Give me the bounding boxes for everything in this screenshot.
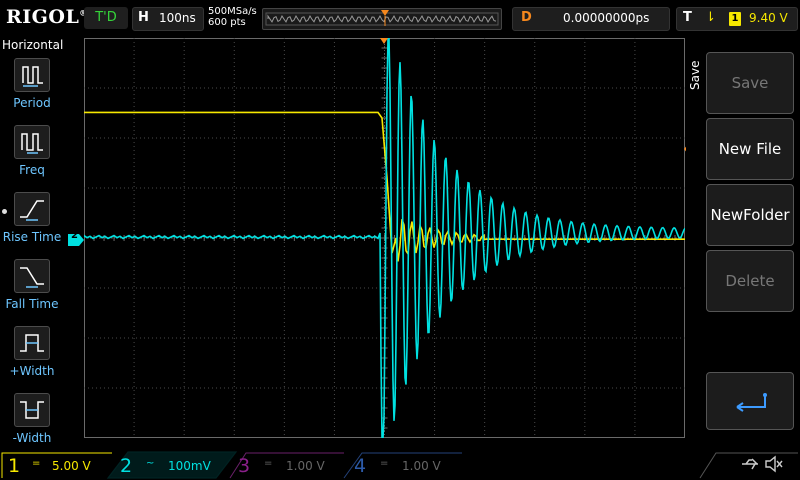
horizontal-key: H [138,10,149,25]
measure-fall-time[interactable]: Fall Time [0,259,64,311]
menu-title: Horizontal [2,38,64,52]
channel-1-indicator[interactable]: 1 = 5.00 V [2,452,112,478]
positive-width-icon [14,326,50,360]
return-arrow-icon [736,393,767,412]
delete-button[interactable]: Delete [706,250,794,312]
delay-key: D [521,10,532,25]
measure-period[interactable]: Period [0,58,64,110]
channel-3-indicator[interactable]: 3 = 1.00 V [234,452,344,478]
measure-negative-width[interactable]: -Width [0,393,64,445]
sample-rate: 500MSa/s [208,6,257,17]
memory-depth: 600 pts [208,17,246,28]
back-button[interactable] [706,372,794,430]
waveform-display[interactable] [83,37,686,439]
timebase-value: 100ns [159,11,196,25]
acquisition-info: 500MSa/s 600 pts [208,6,257,28]
rigol-logo: RIGOL® [6,6,86,28]
frequency-icon [14,125,50,159]
falling-edge-icon: ⇂ [705,10,716,25]
trigger-source: 1 [729,12,741,26]
trigger-level: 9.40 V [749,11,788,25]
save-button[interactable]: Save [706,52,794,114]
negative-width-icon [14,393,50,427]
period-icon [14,58,50,92]
menu-tab-save: Save [688,60,702,90]
measure-positive-width[interactable]: +Width [0,326,64,378]
channel-4-indicator[interactable]: 4 = 1.00 V [350,452,460,478]
measure-frequency[interactable]: Freq [0,125,64,177]
fall-time-icon [14,259,50,293]
trigger-time-marker [380,38,388,44]
memory-position-strip [262,8,502,30]
new-file-button[interactable]: New File [706,118,794,180]
delay-indicator[interactable]: D 0.00000000ps [512,7,670,31]
usb-icon [740,456,760,476]
delay-value: 0.00000000ps [563,11,650,25]
trigger-indicator[interactable]: T ⇂ 1 9.40 V [676,7,798,31]
mute-speaker-icon[interactable] [764,455,784,477]
measure-rise-time[interactable]: Rise Time [0,192,64,244]
trigger-status: T'D [84,7,128,29]
new-folder-button[interactable]: NewFolder [706,184,794,246]
timebase-indicator[interactable]: H 100ns [132,7,204,31]
trigger-key: T [683,10,692,25]
channel-2-indicator[interactable]: 2 ~ 100mV [116,452,232,478]
ch2-offset-marker[interactable]: 2 [68,230,84,246]
rise-time-icon [14,192,50,226]
memory-waveform-thumbnail [265,10,499,26]
waveform-graticule [83,37,686,439]
